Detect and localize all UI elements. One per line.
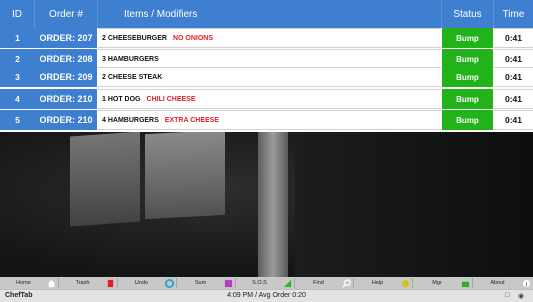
sum-icon bbox=[224, 279, 233, 287]
order-items: 2 CHEESE STEAK bbox=[98, 67, 441, 87]
order-row[interactable]: 4 ORDER: 210 1 HOT DOG CHILI CHEESE Bump… bbox=[0, 89, 533, 109]
order-items: 3 HAMBURGERS bbox=[98, 49, 441, 69]
modifier-text: CHILI CHEESE bbox=[146, 95, 196, 103]
bump-button[interactable]: Bump bbox=[442, 67, 493, 87]
sum-button[interactable]: Sum bbox=[177, 278, 236, 288]
bump-button[interactable]: Bump bbox=[442, 28, 493, 48]
find-button[interactable]: Find bbox=[295, 278, 354, 288]
order-number: ORDER: 210 bbox=[35, 110, 97, 130]
trash-button[interactable]: Trash bbox=[59, 278, 118, 288]
help-button[interactable]: Help bbox=[354, 278, 413, 288]
item-text: 2 CHEESEBURGER bbox=[102, 34, 167, 42]
dark-background bbox=[295, 132, 533, 277]
modifier-text: EXTRA CHEESE bbox=[164, 116, 219, 124]
status-column-header: Status bbox=[442, 0, 494, 28]
order-number: ORDER: 207 bbox=[35, 28, 97, 48]
trash-label: Trash bbox=[75, 280, 90, 286]
order-row[interactable]: 2 ORDER: 208 3 HAMBURGERS Bump 0:41 bbox=[0, 49, 533, 69]
order-number: ORDER: 209 bbox=[35, 67, 97, 87]
undo-button[interactable]: Undo bbox=[118, 278, 177, 288]
item-text: 3 HAMBURGERS bbox=[102, 55, 159, 63]
order-items: 2 CHEESEBURGER NO ONIONS bbox=[98, 28, 441, 48]
id-column-header: ID bbox=[0, 0, 35, 28]
magnifier-icon bbox=[342, 278, 351, 288]
order-id: 1 bbox=[0, 28, 35, 48]
order-id: 2 bbox=[0, 49, 35, 69]
status-bar: ChefTab 4:09 PM / Avg Order 0:20 □ ◉ bbox=[0, 289, 533, 302]
item-text: 1 HOT DOG bbox=[102, 95, 141, 103]
modifier-text: NO ONIONS bbox=[172, 34, 214, 42]
window-icon: □ bbox=[505, 292, 510, 299]
order-timer: 0:41 bbox=[494, 49, 533, 69]
order-id: 5 bbox=[0, 110, 35, 130]
info-icon bbox=[522, 279, 531, 287]
cheftab-app: ID Order # Items / Modifiers Status Time… bbox=[0, 0, 533, 302]
bump-button[interactable]: Bump bbox=[442, 89, 493, 109]
item-text: 4 HAMBURGERS bbox=[102, 116, 159, 124]
order-row[interactable]: 1 ORDER: 207 2 CHEESEBURGER NO ONIONS Bu… bbox=[0, 28, 533, 48]
support-post-image bbox=[258, 132, 288, 277]
time-column-header: Time bbox=[502, 8, 525, 20]
bottom-toolbar: Home Trash Undo Sum S.O.S Find Help Mgr bbox=[0, 277, 533, 289]
about-label: About bbox=[490, 280, 505, 286]
sos-button[interactable]: S.O.S bbox=[236, 278, 295, 288]
order-ticket-image bbox=[145, 132, 225, 220]
bump-button[interactable]: Bump bbox=[442, 110, 493, 130]
order-number: ORDER: 210 bbox=[35, 89, 97, 109]
home-label: Home bbox=[16, 280, 31, 286]
order-row[interactable]: 5 ORDER: 210 4 HAMBURGERS EXTRA CHEESE B… bbox=[0, 110, 533, 130]
order-timer: 0:41 bbox=[494, 110, 533, 130]
home-button[interactable]: Home bbox=[0, 278, 59, 288]
house-icon bbox=[47, 279, 56, 287]
order-column-header: Order # bbox=[35, 0, 98, 28]
item-text: 2 CHEESE STEAK bbox=[102, 73, 163, 81]
undo-label: Undo bbox=[134, 280, 149, 286]
order-items: 1 HOT DOG CHILI CHEESE bbox=[98, 89, 441, 109]
order-timer: 0:41 bbox=[494, 28, 533, 48]
help-icon bbox=[401, 279, 410, 287]
trash-icon bbox=[107, 279, 114, 287]
order-number: ORDER: 208 bbox=[35, 49, 97, 69]
sos-icon bbox=[283, 279, 292, 287]
help-label: Help bbox=[371, 280, 384, 286]
order-id: 4 bbox=[0, 89, 35, 109]
manager-button[interactable]: Mgr bbox=[413, 278, 473, 288]
sum-label: Sum bbox=[194, 280, 207, 286]
bump-button[interactable]: Bump bbox=[442, 49, 493, 69]
undo-icon bbox=[165, 278, 174, 288]
order-items: 4 HAMBURGERS EXTRA CHEESE bbox=[98, 110, 441, 130]
order-table-header: ID Order # Items / Modifiers Status Time bbox=[0, 0, 533, 28]
eye-icon[interactable]: ◉ bbox=[518, 292, 524, 300]
sos-label: S.O.S bbox=[252, 280, 267, 286]
order-id: 3 bbox=[0, 67, 35, 87]
order-ticket-image bbox=[70, 132, 140, 227]
about-button[interactable]: About bbox=[473, 278, 533, 288]
kitchen-camera-view bbox=[0, 132, 533, 277]
find-label: Find bbox=[313, 280, 324, 286]
order-row[interactable]: 3 ORDER: 209 2 CHEESE STEAK Bump 0:41 bbox=[0, 67, 533, 87]
items-column-header: Items / Modifiers bbox=[98, 0, 442, 28]
clock-avg-order: 4:09 PM / Avg Order 0:20 bbox=[227, 292, 306, 299]
manager-label: Mgr bbox=[432, 280, 442, 286]
order-timer: 0:41 bbox=[494, 67, 533, 87]
order-timer: 0:41 bbox=[494, 89, 533, 109]
manager-icon bbox=[461, 281, 470, 287]
